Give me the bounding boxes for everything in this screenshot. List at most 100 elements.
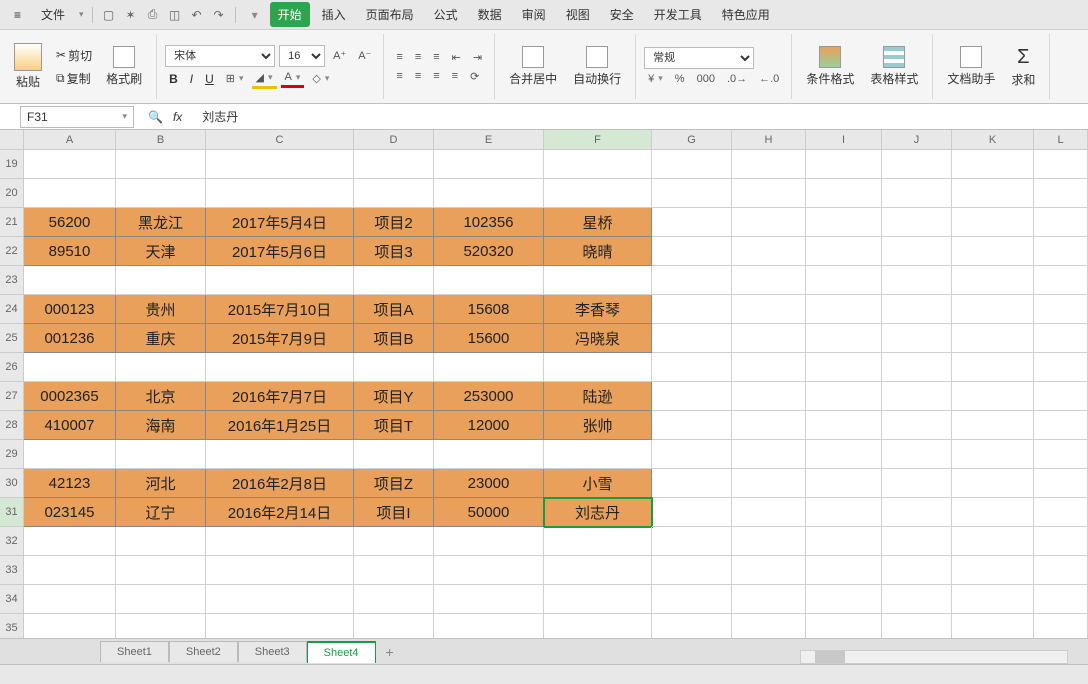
cell[interactable]: [24, 150, 116, 179]
border-button[interactable]: ⊞▾: [222, 70, 248, 87]
row-header[interactable]: 34: [0, 585, 24, 614]
cell[interactable]: [206, 266, 354, 295]
cell[interactable]: [952, 527, 1034, 556]
cell[interactable]: [732, 411, 806, 440]
col-header[interactable]: I: [806, 130, 882, 150]
cell[interactable]: [806, 353, 882, 382]
cell[interactable]: 项目Z: [354, 469, 434, 498]
comma-button[interactable]: 000: [693, 71, 719, 87]
fillcolor-button[interactable]: ◢▾: [252, 69, 277, 89]
cell[interactable]: 项目A: [354, 295, 434, 324]
tab-view[interactable]: 视图: [558, 2, 598, 27]
row-header[interactable]: 26: [0, 353, 24, 382]
formatpainter-button[interactable]: 格式刷: [100, 46, 148, 87]
cell[interactable]: [882, 411, 952, 440]
dec-decimal-button[interactable]: ←.0: [755, 71, 783, 87]
cell[interactable]: [116, 266, 206, 295]
cell[interactable]: 102356: [434, 208, 544, 237]
cell[interactable]: [206, 179, 354, 208]
cell[interactable]: [652, 179, 732, 208]
cell[interactable]: [652, 208, 732, 237]
sheet-tab[interactable]: Sheet1: [100, 641, 169, 662]
cell[interactable]: [806, 614, 882, 638]
cell[interactable]: [652, 295, 732, 324]
cell[interactable]: [434, 614, 544, 638]
cell[interactable]: [652, 469, 732, 498]
cell[interactable]: [882, 353, 952, 382]
cell[interactable]: 15600: [434, 324, 544, 353]
formula-input[interactable]: 刘志丹: [196, 108, 1088, 125]
doc-helper-button[interactable]: 文档助手: [941, 46, 1001, 87]
cell[interactable]: [952, 382, 1034, 411]
col-header[interactable]: A: [24, 130, 116, 150]
row-header[interactable]: 31: [0, 498, 24, 527]
cell[interactable]: [952, 469, 1034, 498]
cell[interactable]: [952, 237, 1034, 266]
cell[interactable]: [1034, 353, 1088, 382]
cell[interactable]: [1034, 150, 1088, 179]
tab-home[interactable]: 开始: [270, 2, 310, 27]
horizontal-scrollbar[interactable]: [800, 650, 1068, 664]
cell[interactable]: [652, 324, 732, 353]
cell[interactable]: 520320: [434, 237, 544, 266]
underline-button[interactable]: U: [201, 70, 218, 88]
align-center-button[interactable]: ≡: [411, 68, 425, 84]
cell[interactable]: [652, 614, 732, 638]
cell[interactable]: [882, 324, 952, 353]
cell[interactable]: 2016年2月14日: [206, 498, 354, 527]
qat-redo-icon[interactable]: ↷: [211, 7, 227, 23]
cell[interactable]: [952, 324, 1034, 353]
cell[interactable]: [116, 440, 206, 469]
cell[interactable]: [354, 266, 434, 295]
cell[interactable]: 晓晴: [544, 237, 652, 266]
clearfmt-button[interactable]: ◇▾: [308, 70, 333, 87]
cell[interactable]: [544, 556, 652, 585]
cell[interactable]: [24, 527, 116, 556]
cell[interactable]: 23000: [434, 469, 544, 498]
cell[interactable]: [952, 556, 1034, 585]
cell[interactable]: [544, 179, 652, 208]
cell[interactable]: [24, 585, 116, 614]
sheet-tab[interactable]: Sheet2: [169, 641, 238, 662]
cell[interactable]: [806, 556, 882, 585]
cell[interactable]: [434, 353, 544, 382]
copy-button[interactable]: ⧉复制: [52, 68, 96, 89]
cell[interactable]: 刘志丹: [544, 498, 652, 527]
cell[interactable]: [806, 208, 882, 237]
decrease-font-button[interactable]: A⁻: [354, 47, 375, 64]
cell[interactable]: [732, 179, 806, 208]
italic-button[interactable]: I: [186, 70, 197, 88]
cell[interactable]: [652, 237, 732, 266]
cell[interactable]: [206, 440, 354, 469]
scrollbar-thumb[interactable]: [815, 651, 845, 663]
cell[interactable]: [1034, 382, 1088, 411]
cell[interactable]: 2015年7月10日: [206, 295, 354, 324]
qat-new-icon[interactable]: ▢: [101, 7, 117, 23]
cell[interactable]: [952, 498, 1034, 527]
cell[interactable]: [732, 440, 806, 469]
cell[interactable]: [952, 411, 1034, 440]
tab-data[interactable]: 数据: [470, 2, 510, 27]
align-right-button[interactable]: ≡: [429, 68, 443, 84]
indent-inc-button[interactable]: ⇥: [469, 49, 486, 66]
col-header[interactable]: C: [206, 130, 354, 150]
cell[interactable]: [544, 527, 652, 556]
cell[interactable]: 贵州: [116, 295, 206, 324]
tab-dropdown-icon[interactable]: ▾: [244, 4, 266, 26]
cell[interactable]: [206, 353, 354, 382]
align-left-button[interactable]: ≡: [392, 68, 406, 84]
cell[interactable]: [206, 527, 354, 556]
cell[interactable]: [806, 498, 882, 527]
fontcolor-button[interactable]: A▾: [281, 69, 305, 88]
cell[interactable]: [882, 469, 952, 498]
col-header[interactable]: H: [732, 130, 806, 150]
cell[interactable]: 89510: [24, 237, 116, 266]
cell[interactable]: [1034, 266, 1088, 295]
cell[interactable]: 项目T: [354, 411, 434, 440]
cell[interactable]: [652, 150, 732, 179]
row-header[interactable]: 28: [0, 411, 24, 440]
cell[interactable]: [952, 353, 1034, 382]
cell[interactable]: [116, 150, 206, 179]
cell[interactable]: 001236: [24, 324, 116, 353]
numberformat-select[interactable]: 常规: [644, 47, 754, 69]
